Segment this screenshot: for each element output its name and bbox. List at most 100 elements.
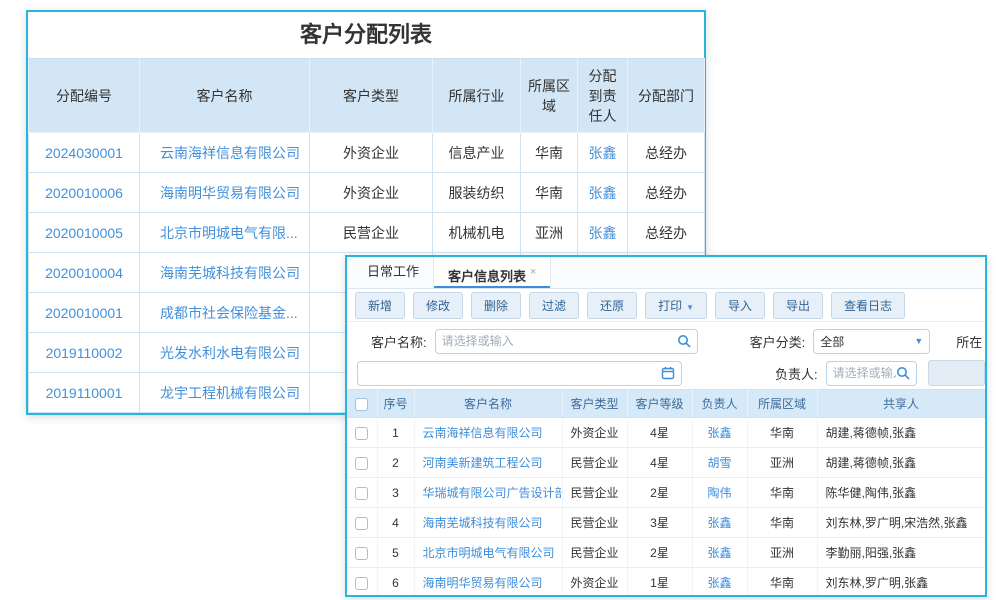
customer-name-input[interactable] [442,334,677,348]
col-assignee: 分配到责任人 [578,59,628,133]
alloc-id-link[interactable]: 2019110002 [29,333,140,373]
owner-input[interactable] [833,366,896,380]
customer-name-link[interactable]: 海南芜城科技有限公司 [414,508,562,538]
customer-table: 序号 客户名称 客户类型 客户等级 负责人 所属区域 共享人 1 云南海祥信息有… [347,389,986,597]
date-input[interactable] [364,366,661,380]
cell-department: 总经办 [628,173,705,213]
cell-level: 4星 [627,448,692,478]
customer-category-label: 客户分类: [750,332,806,351]
clipped-button[interactable] [928,360,985,386]
chevron-down-icon: ▼ [686,303,694,312]
alloc-id-link[interactable]: 2020010001 [29,293,140,333]
customer-name-link[interactable]: 龙宇工程机械有限公司 [140,373,310,413]
view-logs-button[interactable]: 查看日志 [831,292,905,319]
cell-index: 2 [377,448,414,478]
add-button[interactable]: 新增 [355,292,405,319]
edit-button[interactable]: 修改 [413,292,463,319]
owner-label: 负责人: [775,364,818,383]
cell-industry: 机械机电 [433,213,521,253]
row-checkbox[interactable] [355,517,368,530]
table-row: 3 华瑞城有限公司广告设计部 民营企业 2星 陶伟 华南 陈华健,陶伟,张鑫 [347,478,985,508]
allocation-header-row: 分配编号 客户名称 客户类型 所属行业 所属区域 分配到责任人 分配部门 [29,59,705,133]
cell-type: 外资企业 [562,568,627,598]
search-icon[interactable] [677,334,691,348]
owner-link[interactable]: 张鑫 [692,418,747,448]
cell-industry: 服装纺织 [433,173,521,213]
customer-name-link[interactable]: 北京市明城电气有限... [140,213,310,253]
table-row: 2020010006 海南明华贸易有限公司 外资企业 服装纺织 华南 张鑫 总经… [29,173,705,213]
assignee-link[interactable]: 张鑫 [578,133,628,173]
table-row: 6 海南明华贸易有限公司 外资企业 1星 张鑫 华南 刘东林,罗广明,张鑫 [347,568,985,598]
customer-name-link[interactable]: 北京市明城电气有限公司 [414,538,562,568]
row-checkbox[interactable] [355,547,368,560]
filter-button[interactable]: 过滤 [529,292,579,319]
cell-region: 亚洲 [747,448,817,478]
restore-button[interactable]: 还原 [587,292,637,319]
table-row: 1 云南海祥信息有限公司 外资企业 4星 张鑫 华南 胡建,蒋德帧,张鑫 [347,418,985,448]
col-customer-name: 客户名称 [414,390,562,418]
customer-info-window: 日常工作 客户信息列表 × 新增 修改 删除 过滤 还原 打印▼ 导入 导出 查看… [345,255,987,597]
owner-link[interactable]: 胡雪 [692,448,747,478]
table-row: 2020010005 北京市明城电气有限... 民营企业 机械机电 亚洲 张鑫 … [29,213,705,253]
cell-index: 3 [377,478,414,508]
table-row: 5 北京市明城电气有限公司 民营企业 2星 张鑫 亚洲 李勤丽,阳强,张鑫 [347,538,985,568]
owner-link[interactable]: 张鑫 [692,538,747,568]
owner-link[interactable]: 陶伟 [692,478,747,508]
customer-name-link[interactable]: 海南明华贸易有限公司 [414,568,562,598]
customer-name-link[interactable]: 云南海祥信息有限公司 [140,133,310,173]
col-customer-name: 客户名称 [140,59,310,133]
alloc-id-link[interactable]: 2020010004 [29,253,140,293]
alloc-id-link[interactable]: 2020010006 [29,173,140,213]
customer-name-filter [435,329,698,354]
cell-shared: 胡建,蒋德帧,张鑫 [817,418,985,448]
owner-link[interactable]: 张鑫 [692,568,747,598]
cell-region: 华南 [521,133,578,173]
row-checkbox[interactable] [355,487,368,500]
calendar-icon[interactable] [661,366,675,380]
customer-category-select[interactable]: 全部 ▼ [813,329,930,354]
cell-type: 外资企业 [562,418,627,448]
table-row: 2024030001 云南海祥信息有限公司 外资企业 信息产业 华南 张鑫 总经… [29,133,705,173]
col-department: 分配部门 [628,59,705,133]
export-button[interactable]: 导出 [773,292,823,319]
col-customer-type: 客户类型 [310,59,433,133]
close-icon[interactable]: × [530,266,536,278]
cell-index: 5 [377,538,414,568]
alloc-id-link[interactable]: 2019110001 [29,373,140,413]
cell-type: 民营企业 [310,213,433,253]
customer-name-link[interactable]: 成都市社会保险基金... [140,293,310,333]
col-region: 所属区域 [521,59,578,133]
customer-name-link[interactable]: 海南芜城科技有限公司 [140,253,310,293]
select-all-checkbox[interactable] [355,398,368,411]
allocation-list-title: 客户分配列表 [28,12,704,58]
assignee-link[interactable]: 张鑫 [578,213,628,253]
customer-name-link[interactable]: 光发水利水电有限公司 [140,333,310,373]
tab-label: 客户信息列表 [448,269,526,284]
search-icon[interactable] [896,366,910,380]
customer-name-link[interactable]: 云南海祥信息有限公司 [414,418,562,448]
owner-link[interactable]: 张鑫 [692,508,747,538]
cell-region: 华南 [747,478,817,508]
row-checkbox[interactable] [355,457,368,470]
assignee-link[interactable]: 张鑫 [578,173,628,213]
col-alloc-id: 分配编号 [29,59,140,133]
print-button[interactable]: 打印▼ [645,292,707,319]
delete-button[interactable]: 删除 [471,292,521,319]
customer-name-link[interactable]: 华瑞城有限公司广告设计部 [414,478,562,508]
customer-name-link[interactable]: 海南明华贸易有限公司 [140,173,310,213]
alloc-id-link[interactable]: 2024030001 [29,133,140,173]
toolbar: 新增 修改 删除 过滤 还原 打印▼ 导入 导出 查看日志 [347,289,985,322]
row-checkbox[interactable] [355,577,368,590]
filter-row-2: 负责人: [347,358,985,388]
cell-region: 亚洲 [747,538,817,568]
alloc-id-link[interactable]: 2020010005 [29,213,140,253]
cell-industry: 信息产业 [433,133,521,173]
tab-customer-list[interactable]: 客户信息列表 × [433,257,551,288]
import-button[interactable]: 导入 [715,292,765,319]
cell-region: 华南 [521,173,578,213]
row-checkbox[interactable] [355,427,368,440]
customer-name-link[interactable]: 河南美新建筑工程公司 [414,448,562,478]
cell-shared: 陈华健,陶伟,张鑫 [817,478,985,508]
table-row: 4 海南芜城科技有限公司 民营企业 3星 张鑫 华南 刘东林,罗广明,宋浩然,张… [347,508,985,538]
tab-daily-work[interactable]: 日常工作 [353,257,433,288]
